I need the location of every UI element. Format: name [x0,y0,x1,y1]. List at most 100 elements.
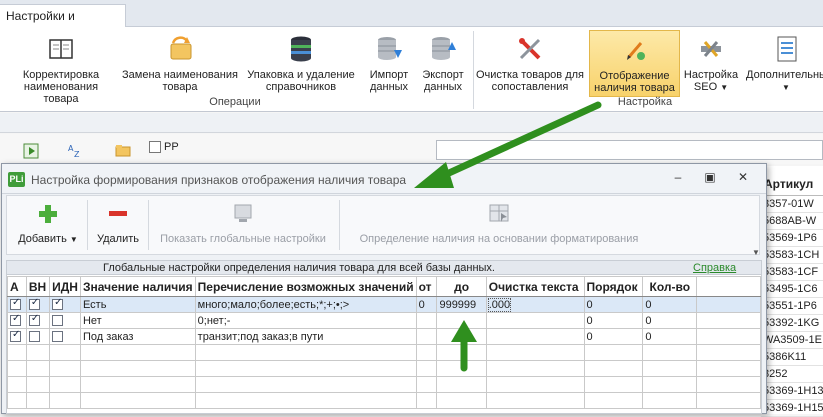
clean-goods-button[interactable]: Очистка товаров для сопоставления [476,30,584,97]
table-row[interactable]: Под заказ транзит;под заказ;в пути 0 0 [7,328,761,345]
dialog-title: Настройка формирования признаков отображ… [31,173,407,187]
database-import-icon [378,37,402,60]
refresh-folder-icon [170,36,192,60]
cell-qty[interactable]: 0 [642,312,698,329]
grid-header-row: А ВН ИДН Значение наличия Перечисление в… [7,276,761,297]
minimize-button[interactable]: – [667,170,689,186]
column-header-clean[interactable]: Очистка текста [485,276,585,297]
panel-header-text: Глобальные настройки определения наличия… [103,262,495,274]
cell-value[interactable]: Под заказ [79,328,196,345]
availability-grid: А ВН ИДН Значение наличия Перечисление в… [7,276,761,414]
cell-clean[interactable]: .000 [485,296,585,313]
availability-display-button[interactable]: Отображение наличия товара [589,30,680,97]
checkbox-idn[interactable] [52,315,64,327]
maximize-button[interactable]: ▣ [699,170,721,186]
column-header-a[interactable]: А [7,276,27,297]
cell-clean[interactable] [485,312,585,329]
cell-to[interactable]: 999999 [436,296,487,313]
global-settings-panel: Глобальные настройки определения наличия… [6,260,762,414]
column-header-qty[interactable]: Кол-во [642,276,698,297]
dialog-title-bar[interactable]: PLi Настройка формирования признаков ото… [2,164,766,194]
cell-from[interactable] [415,312,438,329]
button-label: Определение наличия на основании формати… [359,233,639,245]
folder-icon[interactable] [115,142,131,158]
additional-button[interactable]: Дополнительные ▼ [742,30,823,97]
pp-checkbox[interactable] [149,141,161,153]
cell-enum[interactable]: 0;нет;- [194,312,417,329]
group-label-operations: Операции [209,96,261,108]
add-button[interactable]: Добавить ▼ [15,200,81,250]
table-row-empty [7,360,761,377]
background-search-input[interactable] [436,140,823,160]
checkbox-a[interactable] [10,314,21,327]
column-header-vn[interactable]: ВН [25,276,51,297]
cell-enum[interactable]: много;мало;более;есть;*;+;•;> [194,296,417,313]
export-data-button[interactable]: Экспорт данных [416,30,470,97]
cell-enum[interactable]: транзит;под заказ;в пути [194,328,417,345]
column-header-from[interactable]: от [415,276,438,297]
grid-cursor-icon [489,204,509,222]
column-header-to[interactable]: до [436,276,487,297]
button-label: Добавить ▼ [18,233,78,245]
minimize-icon: – [674,170,682,184]
tab-settings-operations[interactable]: Настройки и операции [0,4,126,37]
checkbox-a[interactable] [10,298,21,311]
cell-order[interactable]: 0 [583,312,644,329]
detect-by-format-button[interactable]: Определение наличия на основании формати… [344,200,654,250]
group-label-settings: Настройка [617,96,673,108]
availability-settings-dialog: PLi Настройка формирования признаков ото… [1,163,767,414]
cell-clean[interactable] [485,328,585,345]
background-grid: Артикул 8357-01W 5688AB-W 53569-1P6 5358… [760,166,823,417]
cell-from[interactable] [415,328,438,345]
checkbox-vn[interactable] [28,314,40,327]
close-button[interactable]: ✕ [732,170,754,186]
checkbox-a[interactable] [10,330,21,343]
clean-text-value: .000 [487,297,512,312]
show-global-settings-button[interactable]: Показать глобальные настройки [153,200,333,250]
help-link[interactable]: Справка [693,262,736,274]
table-row-empty [7,392,761,409]
checkbox-vn[interactable] [28,331,40,343]
import-data-button[interactable]: Импорт данных [362,30,416,97]
table-row[interactable]: Есть много;мало;более;есть;*;+;•;> 0 999… [7,296,761,313]
grid-cell: 53583-1CH [761,247,823,264]
cell-empty [696,296,761,313]
play-icon[interactable] [23,143,39,159]
column-header-enum[interactable]: Перечисление возможных значений [194,276,417,297]
plus-icon [39,205,57,223]
cell-from[interactable]: 0 [415,296,438,313]
cell-a [7,296,27,313]
cell-to[interactable] [436,312,487,329]
restore-icon: ▣ [704,170,716,184]
checkbox-idn[interactable] [52,331,64,343]
cell-order[interactable]: 0 [583,296,644,313]
button-label: Замена наименования товара [122,69,238,93]
sort-az-icon[interactable]: AZ [67,142,83,158]
cell-to[interactable] [436,328,487,345]
column-header-order[interactable]: Порядок [583,276,644,297]
table-row[interactable]: Нет 0;нет;- 0 0 [7,312,761,329]
toolbar-scroll-down-icon[interactable]: ▼ [752,248,760,257]
cell-value[interactable]: Нет [79,312,196,329]
cell-order[interactable]: 0 [583,328,644,345]
seo-settings-button[interactable]: Настройка SEO ▼ [681,30,741,97]
pp-checkbox-label: PP [164,141,179,153]
delete-button[interactable]: Удалить [92,200,144,250]
cell-qty[interactable]: 0 [642,296,698,313]
close-icon: ✕ [737,170,749,184]
toolbar-separator [87,200,88,250]
column-header-idn[interactable]: ИДН [49,276,81,297]
checkbox-idn[interactable] [52,298,64,311]
correct-name-button[interactable]: Корректировка наименования товара [6,30,116,105]
grid-cell: 53369-1H15 [761,400,823,417]
cell-empty [696,312,761,329]
pack-delete-directories-button[interactable]: Упаковка и удаление справочников [244,30,358,97]
column-header-value[interactable]: Значение наличия [79,276,196,297]
cell-value[interactable]: Есть [79,296,196,313]
replace-name-button[interactable]: Замена наименования товара [117,30,243,97]
checkbox-vn[interactable] [28,298,40,311]
cell-vn [25,328,51,345]
column-header-empty [696,276,761,297]
cell-qty[interactable]: 0 [642,328,698,345]
document-list-icon [777,36,797,62]
